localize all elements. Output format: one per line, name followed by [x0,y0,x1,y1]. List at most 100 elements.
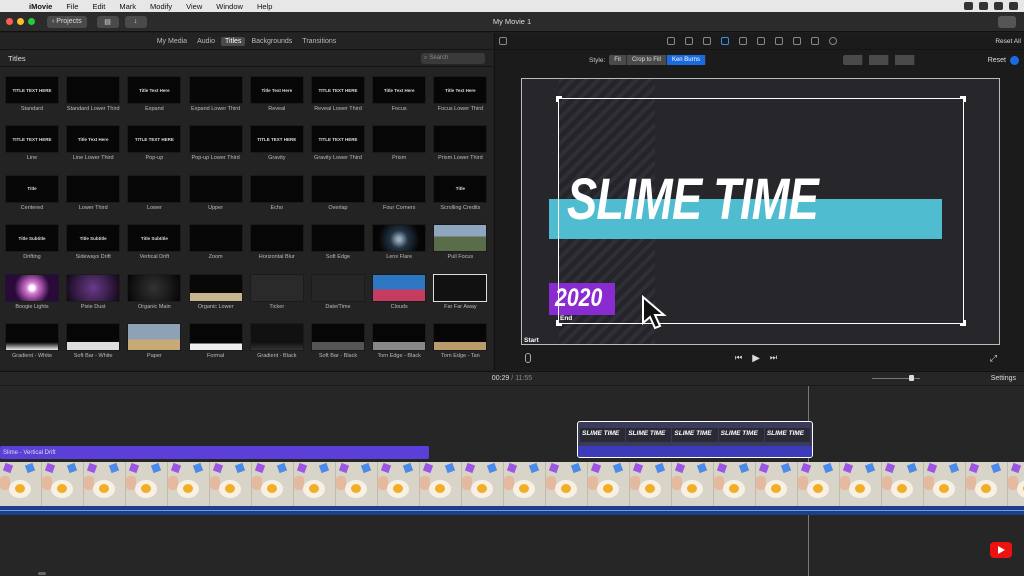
title-tile-soft-bar-black[interactable]: Soft Bar - Black [311,323,365,359]
title-tile-expand-lower-third[interactable]: Expand Lower Third [188,76,243,112]
selected-title-clip[interactable]: SLIME TIME SLIME TIME SLIME TIME SLIME T… [577,421,813,458]
close-window-icon[interactable] [6,18,13,25]
menu-help[interactable]: Help [250,2,279,11]
color-correction-icon[interactable] [685,37,693,45]
search-input[interactable]: ⌕ Search [421,52,485,64]
apply-check-icon[interactable] [1010,55,1019,65]
tab-backgrounds[interactable]: Backgrounds [247,37,296,46]
title-tile-prism-lower-third[interactable]: Prism Lower Third [433,125,488,161]
title-tile-pop-up-lower-third[interactable]: Pop-up Lower Third [188,125,243,161]
title-tile-prism[interactable]: Prism [372,125,427,161]
title-tile-lower[interactable]: Lower [127,174,182,211]
volume-icon[interactable] [757,37,765,45]
tab-transitions[interactable]: Transitions [298,37,340,46]
title-tile-reveal[interactable]: Title Text Here Reveal [249,76,304,112]
title-tile-scrolling-credits[interactable]: Title Scrolling Credits [433,174,488,211]
title-tile-ticker[interactable]: Ticker [249,273,304,310]
speed-icon[interactable] [793,37,801,45]
share-button[interactable] [998,16,1016,28]
title-tile-lens-flare[interactable]: Lens Flare [372,224,427,260]
title-tile-gradient-black[interactable]: Gradient - Black [249,323,304,359]
status-icon[interactable] [1009,2,1018,10]
title-tile-gravity[interactable]: TITLE TEXT HERE Gravity [249,125,304,161]
timeline-settings-button[interactable]: Settings [991,375,1016,382]
title-tile-zoom[interactable]: Zoom [188,224,243,260]
stabilization-icon[interactable] [739,37,747,45]
tab-my-media[interactable]: My Media [153,37,191,46]
title-tile-four-corners[interactable]: Four Corners [372,174,427,211]
set-end-icon[interactable] [894,55,915,65]
status-icon[interactable] [979,2,988,10]
style-crop-to-fill[interactable]: Crop to Fill [626,55,667,65]
noise-reduction-icon[interactable] [775,37,783,45]
title-tile-overlap[interactable]: Overlap [311,174,365,211]
filter-icon[interactable] [811,37,819,45]
menu-file[interactable]: File [59,2,85,11]
zoom-window-icon[interactable] [28,18,35,25]
title-tile-soft-bar-white[interactable]: Soft Bar - White [66,323,121,359]
title-tile-standard[interactable]: TITLE TEXT HERE Standard [5,76,59,112]
title-tile-lower-third[interactable]: Lower Third [66,174,121,211]
title-tile-organic-lower[interactable]: Organic Lower [188,273,243,310]
audio-waveform[interactable] [0,506,1024,515]
fullscreen-icon[interactable]: ⤢ [990,353,997,364]
title-tile-paper[interactable]: Paper [127,323,182,359]
title-tile-boogie-lights[interactable]: Boogie Lights [5,273,59,310]
play-icon[interactable]: ▶ [752,353,760,364]
menu-view[interactable]: View [179,2,209,11]
title-tile-line-lower-third[interactable]: Title Text Here Line Lower Third [66,125,121,161]
title-tile-horizontal-blur[interactable]: Horizontal Blur [249,224,304,260]
end-frame-handle[interactable] [556,96,562,102]
title-tile-torn-edge-black[interactable]: Torn Edge - Black [372,323,427,359]
library-view-button[interactable]: ▤ [96,15,119,28]
style-fit[interactable]: Fit [609,55,627,65]
projects-button[interactable]: ‹ Projects [47,15,87,28]
title-tile-vertical-drift[interactable]: Title Subtitle Vertical Drift [127,224,182,260]
title-tile-organic-main[interactable]: Organic Main [127,273,182,310]
title-tile-pixie-dust[interactable]: Pixie Dust [66,273,121,310]
title-tile-standard-lower-third[interactable]: Standard Lower Third [66,76,121,112]
skip-forward-icon[interactable]: ⏭ [770,353,777,363]
title-tile-gravity-lower-third[interactable]: TITLE TEXT HERE Gravity Lower Third [311,125,365,161]
style-ken-burns[interactable]: Ken Burns [666,55,706,65]
info-icon[interactable] [829,37,837,45]
magic-wand-icon[interactable] [499,37,507,45]
title-tile-drifting[interactable]: Title Subtitle Drifting [5,224,59,260]
palette-icon[interactable] [703,37,711,45]
status-icon[interactable] [964,2,973,10]
preview-canvas[interactable]: SLIME TIME 2020 End Start [521,78,1000,345]
menu-mark[interactable]: Mark [112,2,143,11]
end-frame-handle[interactable] [960,96,966,102]
reset-all-button[interactable]: Reset All [995,38,1021,45]
title-tile-sideways-drift[interactable]: Title Subtitle Sideways Drift [66,224,121,260]
title-tile-far-far-away[interactable]: Far Far Away [433,273,488,310]
minimize-window-icon[interactable] [17,18,24,25]
end-frame-handle[interactable] [960,320,966,326]
skip-back-icon[interactable]: ⏮ [735,353,742,363]
title-tile-focus-lower-third[interactable]: Title Text Here Focus Lower Third [433,76,488,112]
title-tile-upper[interactable]: Upper [188,174,243,211]
menu-modify[interactable]: Modify [143,2,179,11]
status-icon[interactable] [994,2,1003,10]
swap-start-end-icon[interactable] [842,55,863,65]
color-balance-icon[interactable] [667,37,675,45]
title-tile-line[interactable]: TITLE TEXT HERE Line [5,125,59,161]
set-start-icon[interactable] [868,55,889,65]
horizontal-scrollbar[interactable] [38,572,46,575]
title-tile-soft-edge[interactable]: Soft Edge [311,224,365,260]
title-tile-gradient-white[interactable]: Gradient - White [5,323,59,359]
title-tile-centered[interactable]: Title Centered [5,174,59,211]
tab-titles[interactable]: Titles [220,36,246,46]
zoom-slider-knob[interactable] [909,375,914,381]
menu-app[interactable]: iMovie [22,2,59,11]
video-clip[interactable] [0,462,1024,506]
menu-edit[interactable]: Edit [85,2,112,11]
title-tile-pull-focus[interactable]: Pull Focus [433,224,488,260]
title-tile-formal[interactable]: Formal [188,323,243,359]
title-tile-torn-edge-tan[interactable]: Torn Edge - Tan [433,323,488,359]
title-clip[interactable]: Slime - Vertical Drift [0,446,429,459]
title-tile-echo[interactable]: Echo [249,174,304,211]
title-tile-pop-up[interactable]: TITLE TEXT HERE Pop-up [127,125,182,161]
crop-icon[interactable] [721,37,729,45]
reset-button[interactable]: Reset [988,57,1006,64]
